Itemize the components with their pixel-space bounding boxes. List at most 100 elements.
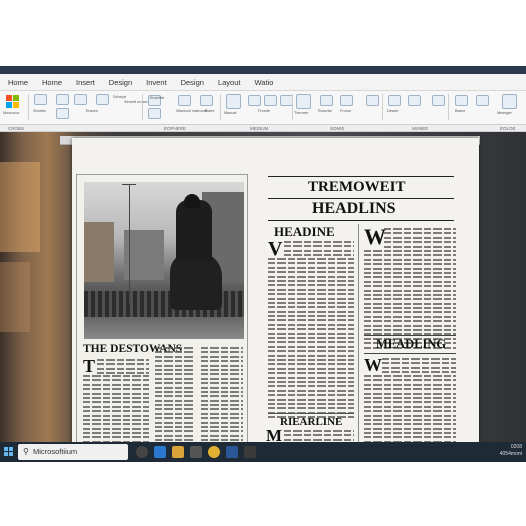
ribbon-label: Mocrosoc xyxy=(3,111,20,115)
left-body-text-a xyxy=(97,359,149,377)
menu-watio[interactable]: Watio xyxy=(254,78,273,87)
shape-icon[interactable] xyxy=(200,95,213,106)
review-icon[interactable] xyxy=(388,95,401,106)
menu-insert[interactable]: Insert xyxy=(76,78,95,87)
chrome-icon[interactable] xyxy=(208,446,220,458)
photo-rider-head xyxy=(184,194,200,208)
right-section-rule xyxy=(364,335,456,336)
window-glow xyxy=(0,162,40,252)
ribbon-label: Wactoon matroom xyxy=(176,109,207,113)
photo-building xyxy=(124,230,164,280)
left-body-text-b xyxy=(83,375,149,442)
app-icon[interactable] xyxy=(244,446,256,458)
menu-invent[interactable]: Invent xyxy=(146,78,166,87)
start-windows-icon[interactable] xyxy=(4,447,14,457)
system-tray[interactable]: 0208 4054mont xyxy=(500,444,522,458)
columns-icon[interactable] xyxy=(340,95,353,106)
menu-layout[interactable]: Layout xyxy=(218,78,241,87)
chart-icon[interactable] xyxy=(248,95,261,106)
ribbon-toolbar: Mocrosoc Streeks Eraven Scheptr Semett o… xyxy=(0,91,526,125)
mid-body-text-c xyxy=(284,430,354,442)
ribbon-label: Manuel xyxy=(224,111,237,115)
group-label: EOPHERE xyxy=(164,126,187,131)
masthead-title-line2: HEADLINS xyxy=(312,200,396,217)
ribbon-label: Mesnger xyxy=(497,111,512,115)
menu-bar: Home Home Insert Design Invent Design La… xyxy=(0,74,526,91)
ribbon-label: Streeks xyxy=(33,109,46,113)
masthead-rule xyxy=(268,220,454,221)
edge-icon[interactable] xyxy=(154,446,166,458)
macro-icon[interactable] xyxy=(502,94,517,109)
selection-guide xyxy=(122,184,136,185)
paste-icon[interactable] xyxy=(34,94,47,105)
store-icon[interactable] xyxy=(190,446,202,458)
taskbar-search-box[interactable]: ⚲ Microsoftiium xyxy=(18,444,128,460)
window-icon[interactable] xyxy=(476,95,489,106)
mid-section-rule xyxy=(268,413,354,414)
right-section-rule xyxy=(364,353,456,354)
list-icon[interactable] xyxy=(178,95,191,106)
cut-icon[interactable] xyxy=(74,94,87,105)
mid-body-text-a xyxy=(284,241,354,259)
table-icon[interactable] xyxy=(226,94,241,109)
ribbon-label: Dearer xyxy=(387,109,399,113)
office-logo-icon[interactable] xyxy=(6,95,19,108)
link-icon[interactable] xyxy=(264,95,277,106)
mid-headline: HEADINE xyxy=(274,224,335,239)
mid-headline-2: RIEARLINE xyxy=(280,416,343,428)
track-icon[interactable] xyxy=(408,95,421,106)
window-glow xyxy=(0,262,30,332)
taskbar: ⚲ Microsoftiium 0208 4054mont xyxy=(0,442,526,462)
ribbon-group-labels: CROBS EOPHERE MEDIUM SOMIE MUNEE EOLOE xyxy=(0,125,526,132)
selection-guide xyxy=(129,184,130,304)
group-label: MEDIUM xyxy=(250,126,269,131)
header-icon[interactable] xyxy=(296,94,311,109)
menu-design-2[interactable]: Design xyxy=(181,78,204,87)
ribbon-label: Semett oroseun xyxy=(124,100,151,104)
menu-home-1[interactable]: Home xyxy=(8,78,28,87)
newspaper-page[interactable]: THE DESTOWANS T TREMOWEIT HEADLINS HEADI… xyxy=(72,138,479,442)
mid-dropcap-2: M xyxy=(266,426,283,442)
masthead-rule xyxy=(268,198,454,199)
group-label: MUNEE xyxy=(412,126,429,131)
format-icon[interactable] xyxy=(56,94,69,105)
right-dropcap: W xyxy=(364,224,386,249)
menu-home-2[interactable]: Home xyxy=(42,78,62,87)
close-x-icon[interactable] xyxy=(366,95,379,106)
search-text: Microsoftiium xyxy=(33,447,78,456)
view-icon[interactable] xyxy=(432,95,445,106)
folder-icon[interactable] xyxy=(172,446,184,458)
menu-design[interactable]: Design xyxy=(109,78,132,87)
document-area: THE DESTOWANS T TREMOWEIT HEADLINS HEADI… xyxy=(0,132,526,442)
ribbon-separator xyxy=(142,94,143,120)
left-article-box[interactable]: THE DESTOWANS T xyxy=(76,174,248,442)
window-title-bar xyxy=(0,66,526,74)
ribbon-label: Eraven xyxy=(86,109,99,113)
photo-rider xyxy=(176,200,212,262)
ribbon-separator xyxy=(28,94,29,120)
search-icon: ⚲ xyxy=(23,447,29,456)
right-dropcap-2: W xyxy=(364,355,382,375)
ribbon-label: Rorurfar xyxy=(318,109,332,113)
ribbon-label: Thermer xyxy=(294,111,309,115)
ribbon-label: Fronde xyxy=(258,109,271,113)
masthead-title-line1: TREMOWEIT xyxy=(308,179,406,195)
right-body-text-c xyxy=(382,358,456,376)
ribbon-label: Scheptr xyxy=(113,95,127,99)
zoom-icon[interactable] xyxy=(455,95,468,106)
ribbon-separator xyxy=(292,94,293,120)
article-photo[interactable] xyxy=(84,182,244,339)
copy-icon[interactable] xyxy=(56,108,69,119)
clock-date: 4054mont xyxy=(499,451,522,457)
left-body-text-d xyxy=(201,347,243,442)
photo-building xyxy=(84,222,114,282)
align-icon[interactable] xyxy=(148,108,161,119)
word-icon[interactable] xyxy=(226,446,238,458)
page-icon[interactable] xyxy=(320,95,333,106)
ribbon-label: Bwine xyxy=(455,109,466,113)
brush-icon[interactable] xyxy=(96,94,109,105)
group-label: SOMIE xyxy=(330,126,345,131)
right-body-text-d xyxy=(364,375,456,442)
column-divider xyxy=(358,224,359,442)
task-view-icon[interactable] xyxy=(136,446,148,458)
